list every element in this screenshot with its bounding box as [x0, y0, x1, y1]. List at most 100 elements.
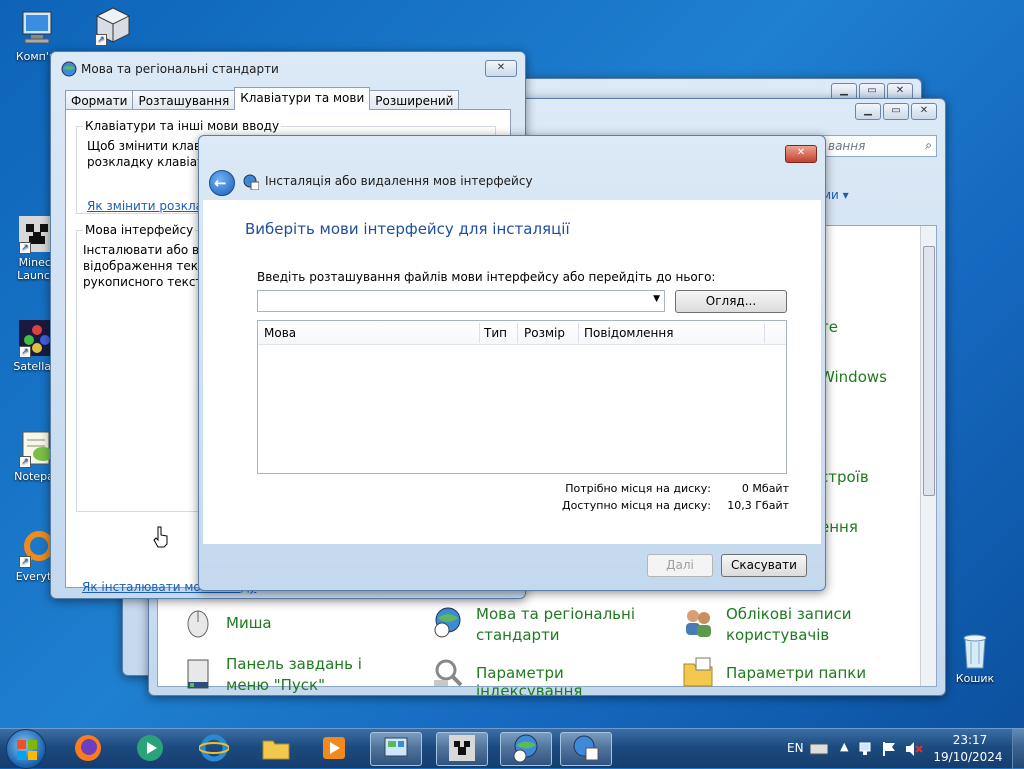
- taskbar-internet-explorer[interactable]: [188, 732, 240, 766]
- change-keyboard-link[interactable]: Як змінити розклад: [87, 199, 211, 213]
- clock-time[interactable]: 23:17: [940, 733, 1000, 747]
- close-button[interactable]: ✕: [911, 103, 937, 120]
- shortcut-arrow-icon: ↗: [19, 556, 31, 568]
- scrollbar[interactable]: [920, 226, 936, 686]
- recycle-bin-icon: [955, 630, 995, 670]
- column-header-message[interactable]: Повідомлення: [584, 326, 673, 340]
- internet-explorer-icon: [198, 733, 230, 766]
- show-hidden-icons-button[interactable]: ▲: [840, 740, 848, 753]
- shortcut-arrow-icon: ↗: [19, 346, 31, 358]
- volume-muted-icon[interactable]: [905, 741, 923, 760]
- maximize-button[interactable]: ▭: [883, 103, 909, 120]
- scroll-thumb[interactable]: [923, 246, 935, 496]
- tab-strip: Формати Розташування Клавіатури та мови …: [65, 87, 460, 110]
- windows-logo-icon: [17, 740, 37, 763]
- language-indicator[interactable]: EN: [787, 741, 804, 755]
- tab-location[interactable]: Розташування: [132, 90, 236, 110]
- language-table[interactable]: Мова Тип Розмір Повідомлення: [257, 320, 787, 474]
- group-text: Щоб змінити клаві: [87, 139, 205, 153]
- cp-item-label: Параметри індексування: [476, 664, 583, 696]
- taskbar: EN ▲ 23:17 19/10/2024: [0, 728, 1024, 769]
- taskbar-language-install[interactable]: [560, 732, 612, 766]
- taskbar-region-language[interactable]: [500, 732, 552, 766]
- group-title: Клавіатури та інші мови вводу: [83, 119, 282, 133]
- view-by-dropdown[interactable]: ми ▾: [822, 188, 849, 202]
- taskbar-minecraft[interactable]: [436, 732, 488, 766]
- column-divider: [578, 323, 579, 343]
- taskbar-media-player[interactable]: [124, 732, 176, 766]
- cp-partial-item[interactable]: Windows: [820, 368, 887, 386]
- cp-item-label: Параметри папки: [726, 664, 867, 682]
- column-header-language[interactable]: Мова: [264, 326, 478, 340]
- chevron-down-icon[interactable]: ▼: [653, 294, 660, 304]
- folder-icon: [682, 656, 714, 691]
- taskbar-icon: [182, 658, 214, 693]
- available-space-label: Доступно місця на диску:: [562, 499, 711, 512]
- page-heading: Виберіть мови інтерфейсу для інсталяції: [245, 220, 570, 238]
- control-panel-icon: [381, 733, 411, 766]
- cp-item-user-accounts[interactable]: Облікові записи користувачів: [674, 604, 904, 648]
- search-icon: ⌕: [925, 138, 932, 152]
- language-pack-icon: [571, 733, 601, 766]
- media-player-icon: [135, 733, 165, 766]
- taskbar-firefox[interactable]: [62, 732, 114, 766]
- taskbar-explorer[interactable]: [250, 732, 302, 766]
- column-divider: [764, 323, 765, 343]
- close-button[interactable]: ✕: [485, 60, 517, 77]
- indexing-icon: [432, 656, 464, 691]
- globe-icon: [61, 61, 77, 80]
- language-pack-icon: [243, 174, 260, 193]
- dialog-nav-title: Інсталяція або видалення мов інтерфейсу: [265, 174, 533, 188]
- column-header-type[interactable]: Тип: [484, 326, 507, 340]
- cp-item-label: Облікові записи користувачів: [726, 605, 852, 644]
- globe-clock-icon: [432, 606, 464, 641]
- cp-item-taskbar-start[interactable]: Панель завдань і меню "Пуск": [174, 654, 414, 695]
- action-center-flag-icon[interactable]: [882, 741, 898, 760]
- cube-icon: ↗: [93, 6, 133, 46]
- desktop-icon-virtualbox[interactable]: ↗: [76, 6, 150, 48]
- minimize-button[interactable]: ▁: [855, 103, 881, 120]
- cp-item-label: Миша: [226, 614, 272, 632]
- keyboard-icon[interactable]: [809, 743, 829, 758]
- cp-partial-item[interactable]: строїв: [820, 468, 869, 486]
- clock-date[interactable]: 19/10/2024: [930, 750, 1006, 764]
- cp-item-folder-options[interactable]: Параметри папки: [674, 654, 914, 694]
- back-button[interactable]: ←: [209, 170, 235, 196]
- taskbar-media-center[interactable]: [308, 732, 360, 766]
- shortcut-arrow-icon: ↗: [19, 456, 31, 468]
- cp-item-label: Мова та регіональні стандарти: [476, 605, 635, 644]
- cp-item-indexing[interactable]: Параметри індексування: [424, 654, 664, 696]
- back-arrow-icon: ←: [214, 174, 227, 192]
- folder-icon: [261, 733, 291, 766]
- location-combobox[interactable]: ▼: [257, 290, 665, 312]
- tab-administrative[interactable]: Розширений: [369, 90, 460, 110]
- window-controls: ▁ ▭ ✕: [855, 103, 937, 120]
- install-display-languages-dialog[interactable]: ✕ ← Інсталяція або видалення мов інтерфе…: [198, 135, 826, 591]
- group-text: відображення текс: [83, 259, 205, 273]
- table-header: Мова Тип Розмір Повідомлення: [258, 321, 786, 345]
- cancel-button[interactable]: Скасувати: [721, 554, 807, 577]
- cp-item-label: Панель завдань і меню "Пуск": [226, 655, 362, 694]
- group-text: рукописного тексту: [83, 275, 210, 289]
- column-divider: [479, 323, 480, 343]
- cp-item-mouse[interactable]: Миша: [174, 604, 404, 644]
- search-placeholder: вання: [828, 139, 866, 153]
- globe-clock-icon: [511, 733, 541, 766]
- start-button[interactable]: [6, 729, 46, 769]
- network-icon[interactable]: [858, 741, 874, 760]
- tab-formats[interactable]: Формати: [65, 90, 134, 110]
- cp-item-region[interactable]: Мова та регіональні стандарти: [424, 604, 654, 648]
- column-header-size[interactable]: Розмір: [524, 326, 565, 340]
- next-button[interactable]: Далі: [647, 554, 713, 577]
- group-title: Мова інтерфейсу: [83, 223, 196, 237]
- taskbar-control-panel[interactable]: [370, 732, 422, 766]
- desktop-icon-recycle-bin[interactable]: Кошик: [938, 630, 1012, 685]
- required-space-label: Потрібно місця на диску:: [565, 482, 711, 495]
- desktop-icon-label: Кошик: [955, 672, 995, 685]
- show-desktop-button[interactable]: [1012, 729, 1024, 769]
- computer-icon: [17, 8, 57, 48]
- creeper-icon: [447, 733, 477, 766]
- browse-button[interactable]: Огляд...: [675, 290, 787, 313]
- close-button[interactable]: ✕: [785, 145, 817, 163]
- tab-keyboards-languages[interactable]: Клавіатури та мови: [234, 87, 371, 110]
